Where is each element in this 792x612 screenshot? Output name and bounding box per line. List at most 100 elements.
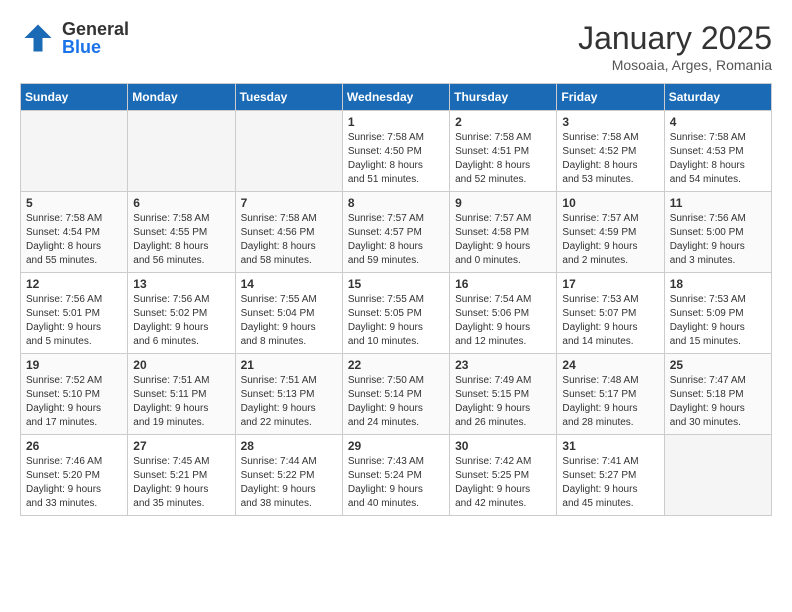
calendar-cell: 26 Sunrise: 7:46 AM Sunset: 5:20 PM Dayli… <box>21 435 128 516</box>
logo-text: General Blue <box>62 20 129 56</box>
day-info: Sunrise: 7:56 AM Sunset: 5:02 PM Dayligh… <box>133 293 229 349</box>
day-number: 23 <box>455 358 551 372</box>
day-info: Sunrise: 7:58 AM Sunset: 4:56 PM Dayligh… <box>241 212 337 268</box>
day-info: Sunrise: 7:50 AM Sunset: 5:14 PM Dayligh… <box>348 374 444 430</box>
calendar-cell: 2 Sunrise: 7:58 AM Sunset: 4:51 PM Daylig… <box>450 111 557 192</box>
day-number: 13 <box>133 277 229 291</box>
day-info: Sunrise: 7:57 AM Sunset: 4:57 PM Dayligh… <box>348 212 444 268</box>
day-number: 31 <box>562 439 658 453</box>
day-number: 2 <box>455 115 551 129</box>
logo-icon <box>20 20 56 56</box>
day-info: Sunrise: 7:58 AM Sunset: 4:54 PM Dayligh… <box>26 212 122 268</box>
day-info: Sunrise: 7:53 AM Sunset: 5:07 PM Dayligh… <box>562 293 658 349</box>
day-info: Sunrise: 7:46 AM Sunset: 5:20 PM Dayligh… <box>26 455 122 511</box>
day-number: 10 <box>562 196 658 210</box>
calendar-cell: 9 Sunrise: 7:57 AM Sunset: 4:58 PM Daylig… <box>450 192 557 273</box>
day-number: 11 <box>670 196 766 210</box>
day-number: 17 <box>562 277 658 291</box>
day-number: 25 <box>670 358 766 372</box>
day-number: 7 <box>241 196 337 210</box>
calendar-cell: 7 Sunrise: 7:58 AM Sunset: 4:56 PM Daylig… <box>235 192 342 273</box>
calendar-week-row: 26 Sunrise: 7:46 AM Sunset: 5:20 PM Dayli… <box>21 435 772 516</box>
title-block: January 2025 Mosoaia, Arges, Romania <box>578 20 772 73</box>
calendar-week-row: 5 Sunrise: 7:58 AM Sunset: 4:54 PM Daylig… <box>21 192 772 273</box>
calendar-cell: 15 Sunrise: 7:55 AM Sunset: 5:05 PM Dayli… <box>342 273 449 354</box>
calendar-cell: 17 Sunrise: 7:53 AM Sunset: 5:07 PM Dayli… <box>557 273 664 354</box>
day-number: 19 <box>26 358 122 372</box>
day-info: Sunrise: 7:57 AM Sunset: 4:58 PM Dayligh… <box>455 212 551 268</box>
calendar-cell: 19Sunrise: 7:52 AM Sunset: 5:10 PM Dayli… <box>21 354 128 435</box>
calendar-cell <box>21 111 128 192</box>
day-number: 28 <box>241 439 337 453</box>
day-info: Sunrise: 7:53 AM Sunset: 5:09 PM Dayligh… <box>670 293 766 349</box>
calendar-cell: 20Sunrise: 7:51 AM Sunset: 5:11 PM Dayli… <box>128 354 235 435</box>
day-number: 1 <box>348 115 444 129</box>
day-info: Sunrise: 7:58 AM Sunset: 4:51 PM Dayligh… <box>455 131 551 187</box>
day-info: Sunrise: 7:58 AM Sunset: 4:53 PM Dayligh… <box>670 131 766 187</box>
day-info: Sunrise: 7:48 AM Sunset: 5:17 PM Dayligh… <box>562 374 658 430</box>
calendar-cell: 27 Sunrise: 7:45 AM Sunset: 5:21 PM Dayli… <box>128 435 235 516</box>
day-info: Sunrise: 7:49 AM Sunset: 5:15 PM Dayligh… <box>455 374 551 430</box>
calendar-cell: 14 Sunrise: 7:55 AM Sunset: 5:04 PM Dayli… <box>235 273 342 354</box>
day-info: Sunrise: 7:54 AM Sunset: 5:06 PM Dayligh… <box>455 293 551 349</box>
weekday-header-row: SundayMondayTuesdayWednesdayThursdayFrid… <box>21 84 772 111</box>
calendar-week-row: 1Sunrise: 7:58 AM Sunset: 4:50 PM Daylig… <box>21 111 772 192</box>
weekday-header: Wednesday <box>342 84 449 111</box>
calendar-cell: 4 Sunrise: 7:58 AM Sunset: 4:53 PM Daylig… <box>664 111 771 192</box>
day-info: Sunrise: 7:51 AM Sunset: 5:13 PM Dayligh… <box>241 374 337 430</box>
logo-general: General <box>62 20 129 38</box>
calendar-cell: 10Sunrise: 7:57 AM Sunset: 4:59 PM Dayli… <box>557 192 664 273</box>
weekday-header: Monday <box>128 84 235 111</box>
calendar-week-row: 19Sunrise: 7:52 AM Sunset: 5:10 PM Dayli… <box>21 354 772 435</box>
calendar-cell: 29 Sunrise: 7:43 AM Sunset: 5:24 PM Dayli… <box>342 435 449 516</box>
calendar-cell: 3Sunrise: 7:58 AM Sunset: 4:52 PM Daylig… <box>557 111 664 192</box>
calendar-cell: 30Sunrise: 7:42 AM Sunset: 5:25 PM Dayli… <box>450 435 557 516</box>
day-number: 21 <box>241 358 337 372</box>
day-number: 26 <box>26 439 122 453</box>
calendar-cell: 13 Sunrise: 7:56 AM Sunset: 5:02 PM Dayli… <box>128 273 235 354</box>
day-number: 4 <box>670 115 766 129</box>
day-info: Sunrise: 7:43 AM Sunset: 5:24 PM Dayligh… <box>348 455 444 511</box>
day-number: 12 <box>26 277 122 291</box>
day-info: Sunrise: 7:41 AM Sunset: 5:27 PM Dayligh… <box>562 455 658 511</box>
day-number: 30 <box>455 439 551 453</box>
day-info: Sunrise: 7:51 AM Sunset: 5:11 PM Dayligh… <box>133 374 229 430</box>
calendar-cell: 5 Sunrise: 7:58 AM Sunset: 4:54 PM Daylig… <box>21 192 128 273</box>
day-number: 29 <box>348 439 444 453</box>
calendar-cell: 1Sunrise: 7:58 AM Sunset: 4:50 PM Daylig… <box>342 111 449 192</box>
calendar-cell: 6Sunrise: 7:58 AM Sunset: 4:55 PM Daylig… <box>128 192 235 273</box>
weekday-header: Friday <box>557 84 664 111</box>
day-info: Sunrise: 7:56 AM Sunset: 5:01 PM Dayligh… <box>26 293 122 349</box>
day-info: Sunrise: 7:45 AM Sunset: 5:21 PM Dayligh… <box>133 455 229 511</box>
day-number: 18 <box>670 277 766 291</box>
day-info: Sunrise: 7:44 AM Sunset: 5:22 PM Dayligh… <box>241 455 337 511</box>
calendar-cell: 8 Sunrise: 7:57 AM Sunset: 4:57 PM Daylig… <box>342 192 449 273</box>
day-number: 14 <box>241 277 337 291</box>
day-number: 8 <box>348 196 444 210</box>
calendar-cell: 22 Sunrise: 7:50 AM Sunset: 5:14 PM Dayli… <box>342 354 449 435</box>
calendar-table: SundayMondayTuesdayWednesdayThursdayFrid… <box>20 83 772 516</box>
calendar-cell: 28 Sunrise: 7:44 AM Sunset: 5:22 PM Dayli… <box>235 435 342 516</box>
day-info: Sunrise: 7:55 AM Sunset: 5:05 PM Dayligh… <box>348 293 444 349</box>
day-info: Sunrise: 7:55 AM Sunset: 5:04 PM Dayligh… <box>241 293 337 349</box>
day-number: 9 <box>455 196 551 210</box>
day-number: 24 <box>562 358 658 372</box>
calendar-cell: 11Sunrise: 7:56 AM Sunset: 5:00 PM Dayli… <box>664 192 771 273</box>
weekday-header: Saturday <box>664 84 771 111</box>
calendar-cell <box>664 435 771 516</box>
calendar-cell: 18 Sunrise: 7:53 AM Sunset: 5:09 PM Dayli… <box>664 273 771 354</box>
location: Mosoaia, Arges, Romania <box>578 57 772 73</box>
day-number: 15 <box>348 277 444 291</box>
day-number: 22 <box>348 358 444 372</box>
calendar-cell: 16 Sunrise: 7:54 AM Sunset: 5:06 PM Dayli… <box>450 273 557 354</box>
day-number: 16 <box>455 277 551 291</box>
calendar-cell: 21 Sunrise: 7:51 AM Sunset: 5:13 PM Dayli… <box>235 354 342 435</box>
day-info: Sunrise: 7:58 AM Sunset: 4:52 PM Dayligh… <box>562 131 658 187</box>
calendar-cell: 24 Sunrise: 7:48 AM Sunset: 5:17 PM Dayli… <box>557 354 664 435</box>
calendar-cell: 31 Sunrise: 7:41 AM Sunset: 5:27 PM Dayli… <box>557 435 664 516</box>
day-info: Sunrise: 7:58 AM Sunset: 4:55 PM Dayligh… <box>133 212 229 268</box>
day-number: 5 <box>26 196 122 210</box>
logo-blue: Blue <box>62 38 129 56</box>
day-number: 27 <box>133 439 229 453</box>
page-header: General Blue January 2025 Mosoaia, Arges… <box>20 20 772 73</box>
